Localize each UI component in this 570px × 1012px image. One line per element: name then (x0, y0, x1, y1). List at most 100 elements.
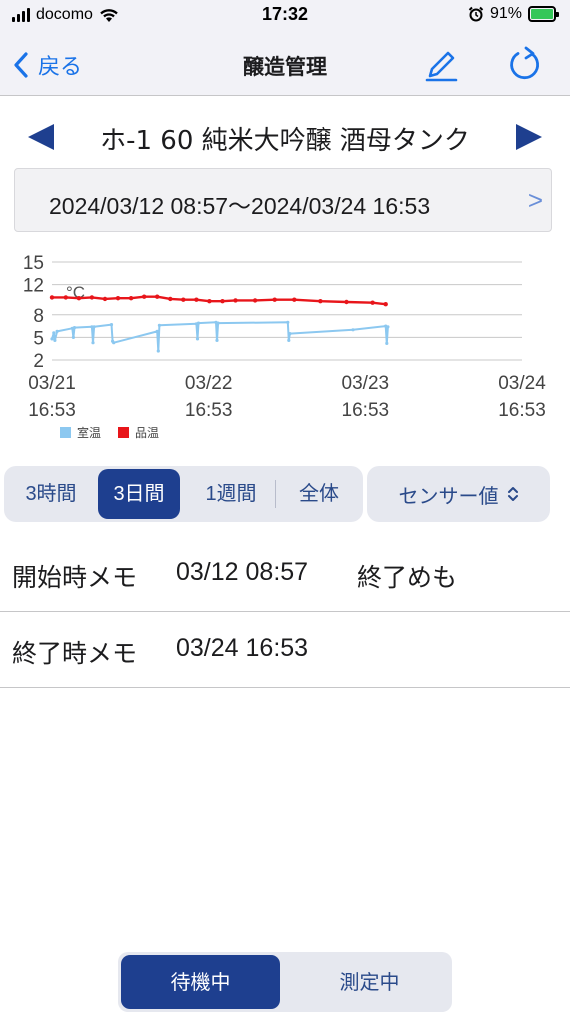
data-point (370, 300, 375, 305)
data-point (115, 296, 121, 301)
data-point (89, 295, 95, 300)
data-point (53, 338, 57, 342)
x-tick-date: 03/23 (342, 373, 390, 394)
y-tick-label: 12 (23, 276, 44, 297)
chevron-left-icon (14, 52, 28, 78)
tank-selector: ホ-1 60 純米大吟醸 酒母タンク (0, 110, 570, 164)
x-tick-time: 16:53 (185, 400, 233, 421)
battery-percent: 91% (489, 5, 522, 22)
triangle-left-icon[interactable] (26, 122, 56, 152)
x-tick-date: 03/21 (28, 373, 76, 394)
end-memo-time: 03/24 16:53 (176, 634, 309, 662)
y-tick-label: 8 (33, 306, 44, 327)
chart-grid (52, 261, 522, 361)
standby-button[interactable]: 待機中 (121, 955, 280, 1009)
x-tick-time: 16:53 (342, 400, 390, 421)
sensor-value-select[interactable]: センサー値 (367, 466, 550, 522)
range-segmented-control: 3時間 3日間 1週間 全体 (4, 466, 363, 522)
data-point (196, 321, 201, 325)
data-point (49, 295, 55, 300)
data-point (216, 321, 220, 325)
y-axis-ticks: 1512 852 (23, 253, 44, 372)
data-point (181, 297, 186, 302)
y-tick-label: 15 (23, 253, 44, 274)
data-point (156, 349, 160, 353)
data-point (168, 296, 173, 302)
chart-series (49, 294, 390, 353)
temperature-chart: 1512852 °C 03/2116:5303/2216:5303/2316:5… (23, 253, 546, 440)
data-point (102, 296, 108, 302)
data-point (385, 341, 389, 345)
back-label: 戻る (38, 55, 83, 80)
mode-toggle: 待機中 測定中 (118, 952, 452, 1012)
start-memo-time: 03/12 08:57 (176, 558, 309, 586)
end-memo-label: 終了時メモ (12, 639, 138, 668)
data-point (195, 337, 200, 341)
period-range: 2024/03/12 08:57～2024/03/24 16:53 (49, 193, 431, 219)
tab-3-days[interactable]: 3日間 (98, 469, 180, 519)
data-point (344, 299, 349, 305)
data-point (292, 297, 297, 302)
start-memo-label: 開始時メモ (12, 563, 138, 592)
y-tick-label: 2 (33, 351, 44, 372)
data-point (155, 329, 159, 333)
data-point (383, 302, 388, 307)
data-point (233, 298, 238, 303)
data-point (272, 297, 277, 302)
period-selector[interactable]: 2024/03/12 08:57～2024/03/24 16:53 > (14, 168, 552, 232)
data-point (288, 332, 292, 336)
data-point (318, 299, 323, 304)
x-tick-date: 03/22 (185, 373, 233, 394)
measuring-button[interactable]: 測定中 (290, 952, 449, 1012)
start-memo-row[interactable]: 開始時メモ 03/12 08:57 終了めも (0, 536, 570, 612)
legend-swatch (60, 427, 71, 438)
navigation-bar: 戻る 醸造管理 (0, 34, 570, 96)
legend-label: 室温 (77, 425, 101, 440)
data-point (351, 328, 355, 332)
data-point (50, 337, 54, 341)
refresh-icon[interactable] (505, 44, 545, 84)
data-point (252, 298, 258, 303)
data-point (71, 335, 75, 339)
legend-swatch (118, 427, 129, 438)
triangle-right-icon[interactable] (514, 122, 544, 152)
data-point (52, 331, 56, 335)
legend-label: 品温 (135, 426, 159, 440)
back-button[interactable]: 戻る (12, 49, 82, 81)
data-point (76, 296, 82, 301)
series-line-room-temp (51, 321, 389, 352)
data-point (92, 325, 96, 329)
data-point (112, 341, 116, 345)
x-tick-time: 16:53 (498, 400, 546, 421)
data-point (287, 338, 291, 342)
data-point (386, 325, 390, 329)
x-axis-ticks: 03/21 16:53 03/22 16:53 03/23 16:53 03/24 16:53 (28, 373, 546, 421)
segment-divider (275, 480, 276, 508)
series-line-product-temp (52, 295, 386, 306)
tab-all[interactable]: 全体 (278, 466, 360, 522)
data-point (72, 326, 77, 330)
end-memo-row[interactable]: 終了時メモ 03/24 16:53 (0, 612, 570, 688)
tank-name: ホ-1 60 純米大吟醸 酒母タンク (100, 126, 470, 156)
data-point (194, 297, 199, 302)
chevron-updown-icon (507, 487, 518, 501)
x-tick-time: 16:53 (28, 400, 76, 421)
page-title: 醸造管理 (243, 55, 327, 79)
data-point (155, 294, 160, 299)
status-right: 91% (468, 5, 559, 23)
data-point (207, 299, 212, 304)
pencil-icon[interactable] (422, 46, 460, 84)
data-point (157, 323, 161, 327)
start-memo-text: 終了めも (357, 563, 458, 592)
tab-3-hours[interactable]: 3時間 (10, 466, 92, 522)
data-point (128, 296, 134, 301)
chevron-right-icon: > (527, 185, 543, 215)
data-point (215, 338, 219, 342)
chart-legend: 室温 品温 (60, 425, 159, 440)
alarm-icon (468, 6, 484, 22)
data-point (109, 323, 114, 327)
y-tick-label: 5 (33, 328, 44, 349)
data-point (220, 299, 225, 304)
status-bar: docomo 17:32 91% (0, 0, 570, 34)
tab-1-week[interactable]: 1週間 (190, 466, 272, 522)
